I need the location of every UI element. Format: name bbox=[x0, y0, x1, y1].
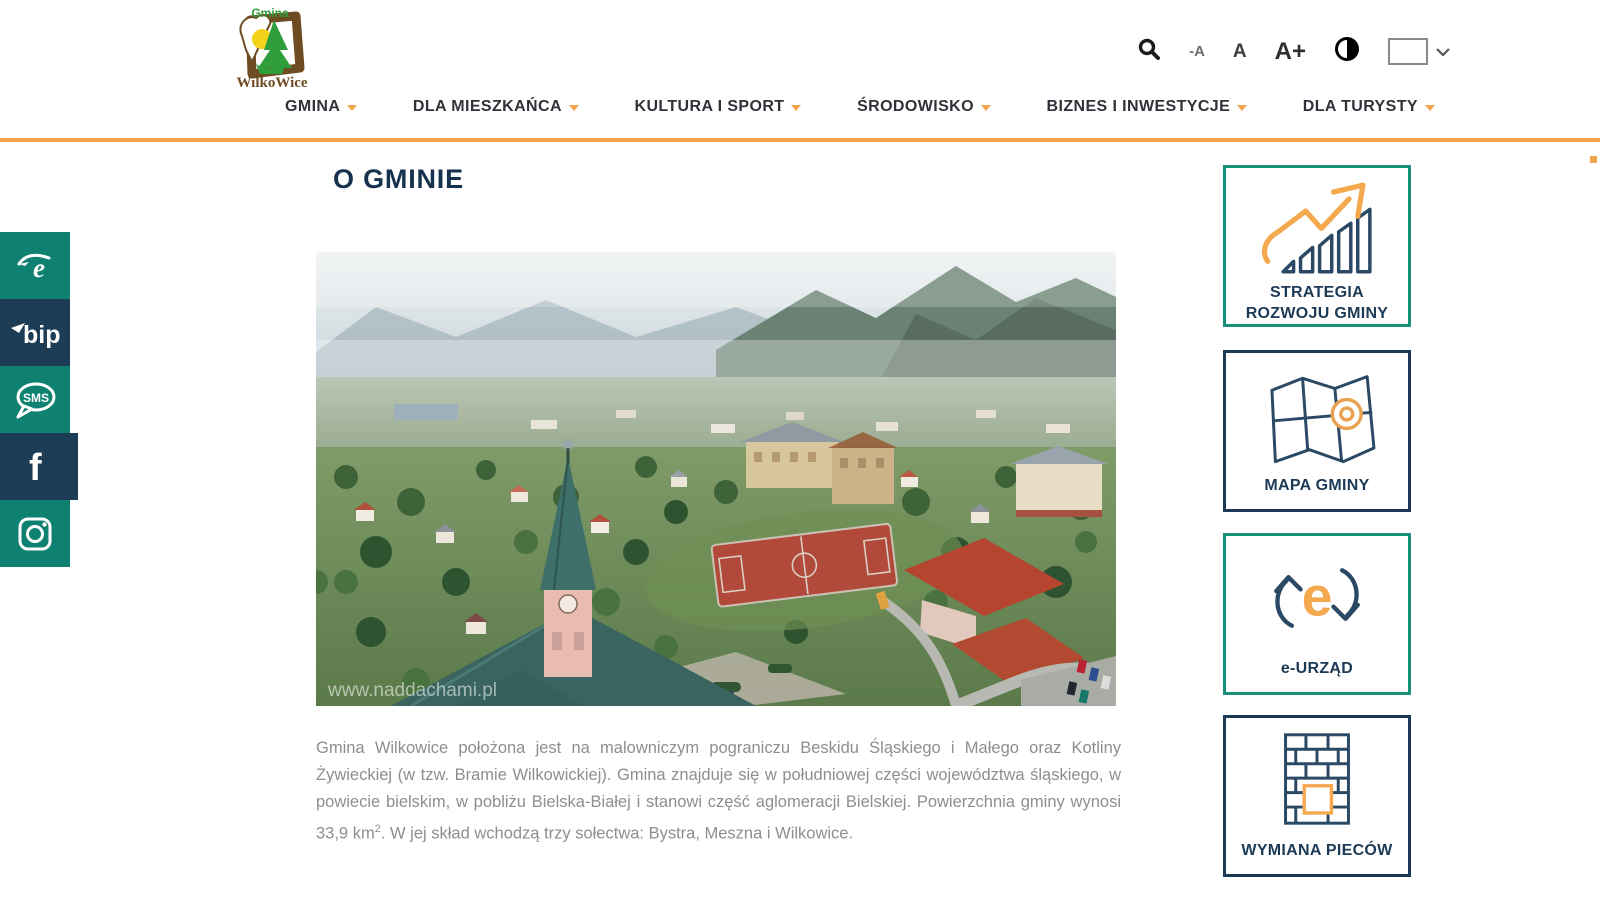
e-urzad-box[interactable]: e e-URZĄD bbox=[1223, 533, 1411, 695]
brick-stove-icon bbox=[1284, 733, 1350, 825]
header-divider bbox=[0, 138, 1600, 142]
page-title: O GMINIE bbox=[333, 164, 464, 194]
contrast-toggle-icon[interactable] bbox=[1334, 36, 1360, 67]
header: Gmina WilkoWice -A A A+ GMINA DLA MIESZK… bbox=[0, 0, 1600, 139]
caret-down-icon bbox=[568, 105, 579, 111]
paragraph-text-after: . W jej skład wchodzą trzy sołectwa: Bys… bbox=[380, 824, 854, 843]
facebook-icon: f bbox=[29, 447, 42, 487]
search-icon[interactable] bbox=[1137, 37, 1161, 66]
epuap-link[interactable]: e bbox=[0, 232, 70, 299]
font-decrease-button[interactable]: -A bbox=[1189, 43, 1205, 60]
about-paragraph: Gmina Wilkowice położona jest na malowni… bbox=[316, 735, 1121, 848]
language-selector[interactable] bbox=[1388, 38, 1450, 65]
caret-down-icon bbox=[1237, 105, 1248, 111]
svg-text:bip: bip bbox=[23, 321, 61, 349]
svg-text:e: e bbox=[1302, 565, 1333, 627]
scrollbar-accent bbox=[1590, 156, 1597, 163]
growth-chart-icon bbox=[1261, 182, 1372, 274]
font-increase-button[interactable]: A+ bbox=[1275, 38, 1306, 66]
epuap-icon: e bbox=[17, 253, 51, 283]
sms-icon: SMS bbox=[16, 382, 56, 418]
nav-item-srodowisko[interactable]: ŚRODOWISKO bbox=[857, 98, 991, 116]
nav-item-dla-turysty[interactable]: DLA TURYSTY bbox=[1303, 98, 1435, 116]
facebook-link[interactable]: f bbox=[0, 433, 78, 500]
chevron-down-icon bbox=[1436, 47, 1450, 57]
photo-watermark: www.naddachami.pl bbox=[327, 680, 497, 701]
quick-link-label: e-URZĄD bbox=[1280, 660, 1354, 677]
nav-item-dla-mieszkanca[interactable]: DLA MIESZKAŃCA bbox=[413, 98, 579, 116]
mapa-gminy-box[interactable]: MAPA GMINY bbox=[1223, 350, 1411, 512]
caret-down-icon bbox=[1424, 105, 1435, 111]
caret-down-icon bbox=[980, 105, 991, 111]
nav-item-gmina[interactable]: GMINA bbox=[285, 98, 358, 116]
page: Gmina WilkoWice -A A A+ GMINA DLA MIESZK… bbox=[0, 0, 1600, 899]
instagram-link[interactable] bbox=[0, 500, 70, 567]
strategia-rozwoju-gminy-box[interactable]: STRATEGIA ROZWOJU GMINY bbox=[1223, 165, 1411, 327]
nav-item-kultura-i-sport[interactable]: KULTURA I SPORT bbox=[634, 98, 802, 116]
bip-icon: bip bbox=[11, 321, 61, 349]
quick-link-label: WYMIANA PIECÓW bbox=[1241, 842, 1393, 859]
caret-down-icon bbox=[791, 105, 802, 111]
quick-link-label: MAPA GMINY bbox=[1264, 477, 1370, 494]
bip-link[interactable]: bip bbox=[0, 299, 70, 366]
quick-link-label: STRATEGIA bbox=[1270, 284, 1364, 301]
sms-link[interactable]: SMS bbox=[0, 366, 70, 433]
gmina-wilkowice-logo-icon: Gmina WilkoWice bbox=[236, 6, 307, 91]
caret-down-icon bbox=[347, 105, 358, 111]
font-normal-button[interactable]: A bbox=[1233, 41, 1247, 63]
header-tools: -A A A+ bbox=[1137, 36, 1450, 67]
quick-link-label: ROZWOJU GMINY bbox=[1245, 305, 1389, 322]
wymiana-piecow-box[interactable]: WYMIANA PIECÓW bbox=[1223, 715, 1411, 877]
svg-text:e: e bbox=[33, 253, 45, 283]
main-nav: GMINA DLA MIESZKAŃCA KULTURA I SPORT ŚRO… bbox=[285, 98, 1435, 116]
map-icon bbox=[1270, 375, 1376, 464]
instagram-icon bbox=[18, 517, 52, 550]
svg-text:SMS: SMS bbox=[23, 391, 49, 405]
svg-text:f: f bbox=[29, 447, 42, 487]
nav-item-biznes-i-inwestycje[interactable]: BIZNES I INWESTYCJE bbox=[1047, 98, 1248, 116]
e-office-arrows-icon: e bbox=[1274, 565, 1360, 628]
poland-flag-icon bbox=[1388, 38, 1428, 65]
logo-bottom-text: WilkoWice bbox=[236, 75, 307, 91]
aerial-photo: www.naddachami.pl bbox=[316, 252, 1116, 706]
logo-top-text: Gmina bbox=[251, 6, 289, 20]
social-sidebar: e bip SMS f bbox=[0, 232, 78, 567]
site-logo[interactable]: Gmina WilkoWice bbox=[222, 6, 322, 92]
